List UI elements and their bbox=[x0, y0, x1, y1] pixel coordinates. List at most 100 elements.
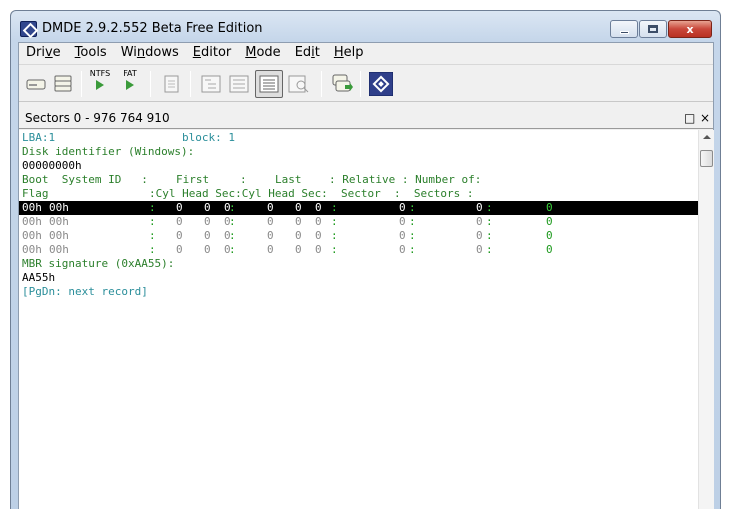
menu-tools[interactable]: Tools bbox=[75, 43, 107, 63]
copy-sectors-button[interactable] bbox=[329, 71, 355, 97]
column-separator: : bbox=[486, 229, 493, 242]
menu-help[interactable]: Help bbox=[334, 43, 364, 63]
menu-mode[interactable]: Mode bbox=[245, 43, 280, 63]
title-bar[interactable]: DMDE 2.9.2.552 Beta Free Edition x bbox=[11, 11, 720, 43]
column-separator: : bbox=[229, 201, 236, 214]
panel-title: Sectors 0 - 976 764 910 bbox=[25, 111, 170, 125]
drive-button[interactable] bbox=[23, 71, 49, 97]
partition-number: 0 bbox=[476, 229, 483, 242]
column-separator: : bbox=[409, 243, 416, 256]
menu-drive[interactable]: Drive bbox=[26, 43, 61, 63]
header-last: Last bbox=[275, 173, 302, 186]
client-area: Drive Tools Windows Editor Mode Edit Hel… bbox=[18, 42, 714, 509]
column-separator: : bbox=[229, 215, 236, 228]
dmde-app-icon[interactable] bbox=[20, 21, 37, 37]
partition-sec2: 0 bbox=[315, 201, 322, 214]
column-separator: : bbox=[409, 229, 416, 242]
mbr-signature-label: MBR signature (0xAA55): bbox=[22, 257, 175, 270]
close-button[interactable]: x bbox=[668, 20, 712, 38]
partition-extra: 0 bbox=[546, 215, 553, 228]
partition-cyl1: 0 bbox=[176, 243, 183, 256]
menu-edit[interactable]: Edit bbox=[295, 43, 320, 63]
search-view-button[interactable] bbox=[286, 71, 312, 97]
new-file-icon bbox=[164, 75, 179, 93]
partition-boot: 00h bbox=[22, 215, 42, 228]
pgdn-hint[interactable]: [PgDn: next record] bbox=[22, 285, 148, 299]
mbr-signature-value-line: AA55h bbox=[19, 271, 698, 285]
drive-icon bbox=[26, 79, 46, 90]
column-separator: : bbox=[149, 215, 156, 228]
toolbar-separator bbox=[150, 71, 151, 97]
dmde-logo-button[interactable] bbox=[368, 71, 394, 97]
partition-cyl1: 0 bbox=[176, 215, 183, 228]
header-chs: :Cyl Head Sec:Cyl Head Sec: Sector : Sec… bbox=[149, 187, 474, 200]
partition-row[interactable]: 00h 00h:0 0 0:0 0 0:0:0:0 bbox=[19, 229, 698, 243]
list-view-button[interactable] bbox=[226, 71, 252, 97]
maximize-icon bbox=[648, 25, 658, 33]
partition-boot: 00h bbox=[22, 229, 42, 242]
ntfs-button[interactable]: NTFS bbox=[86, 69, 114, 99]
table-header-2: Flag :Cyl Head Sec:Cyl Head Sec: Sector … bbox=[19, 187, 698, 201]
minimize-icon bbox=[619, 30, 629, 34]
partition-system: 00h bbox=[49, 201, 69, 214]
column-separator: : bbox=[229, 229, 236, 242]
partition-head1: 0 bbox=[204, 243, 211, 256]
column-separator: : bbox=[486, 215, 493, 228]
scroll-up-arrow-icon[interactable] bbox=[703, 135, 711, 139]
close-panel-button[interactable]: × bbox=[700, 111, 710, 125]
ntfs-label: NTFS bbox=[89, 69, 111, 78]
partition-number: 0 bbox=[476, 201, 483, 214]
partition-system: 00h bbox=[49, 215, 69, 228]
play-icon bbox=[126, 80, 134, 90]
disk-id-value[interactable]: 00000000h bbox=[22, 159, 82, 173]
column-separator: : bbox=[409, 201, 416, 214]
column-separator: : bbox=[486, 243, 493, 256]
vertical-scrollbar[interactable] bbox=[698, 130, 714, 509]
restore-panel-button[interactable]: □ bbox=[684, 111, 695, 125]
menu-editor[interactable]: Editor bbox=[193, 43, 231, 63]
partition-row[interactable]: 00h 00h:0 0 0:0 0 0:0:0:0 bbox=[19, 215, 698, 229]
list-view-icon bbox=[229, 75, 249, 93]
header-first: First bbox=[176, 173, 210, 186]
menu-bar: Drive Tools Windows Editor Mode Edit Hel… bbox=[19, 43, 713, 63]
partition-row[interactable]: 00h 00h:0 0 0:0 0 0:0:0:0 bbox=[19, 243, 698, 257]
hex-view-button[interactable] bbox=[255, 70, 283, 98]
tree-view-button[interactable] bbox=[198, 71, 224, 97]
sectors-panel-header: Sectors 0 - 976 764 910 □ × bbox=[19, 109, 713, 129]
mbr-signature-label-line: MBR signature (0xAA55): bbox=[19, 257, 698, 271]
sector-editor[interactable]: LBA:1 block: 1 Disk identifier (Windows)… bbox=[19, 130, 698, 509]
new-file-button[interactable] bbox=[159, 71, 185, 97]
column-separator: : bbox=[331, 243, 338, 256]
header-sep: : bbox=[240, 173, 247, 186]
partition-cyl2: 0 bbox=[267, 215, 274, 228]
pgdn-hint-line: [PgDn: next record] bbox=[19, 285, 698, 299]
toolbar-separator bbox=[360, 71, 361, 97]
partition-relative: 0 bbox=[399, 229, 406, 242]
copy-sectors-icon bbox=[332, 74, 353, 92]
partition-sec2: 0 bbox=[315, 229, 322, 242]
lba-line: LBA:1 block: 1 bbox=[19, 131, 698, 145]
partition-system: 00h bbox=[49, 229, 69, 242]
minimize-button[interactable] bbox=[610, 20, 638, 38]
toolbar-separator bbox=[321, 71, 322, 97]
partition-head2: 0 bbox=[295, 243, 302, 256]
partition-head2: 0 bbox=[295, 215, 302, 228]
header-flag: Flag bbox=[22, 187, 49, 200]
partition-boot: 00h bbox=[22, 243, 42, 256]
partition-head1: 0 bbox=[204, 229, 211, 242]
partitions-button[interactable] bbox=[50, 71, 76, 97]
partition-head2: 0 bbox=[295, 229, 302, 242]
partition-row[interactable]: 00h 00h:0 0 0:0 0 0:0:0:0 bbox=[19, 201, 698, 215]
fat-label: FAT bbox=[123, 69, 137, 78]
tree-view-icon bbox=[201, 75, 221, 93]
scrollbar-thumb[interactable] bbox=[700, 150, 713, 167]
mbr-signature-value[interactable]: AA55h bbox=[22, 271, 55, 285]
fat-button[interactable]: FAT bbox=[116, 69, 144, 99]
column-separator: : bbox=[149, 229, 156, 242]
disk-id-label: Disk identifier (Windows): bbox=[22, 145, 195, 158]
toolbar-separator bbox=[81, 71, 82, 97]
maximize-button[interactable] bbox=[639, 20, 667, 38]
menu-windows[interactable]: Windows bbox=[121, 43, 179, 63]
partition-number: 0 bbox=[476, 215, 483, 228]
partition-relative: 0 bbox=[399, 215, 406, 228]
